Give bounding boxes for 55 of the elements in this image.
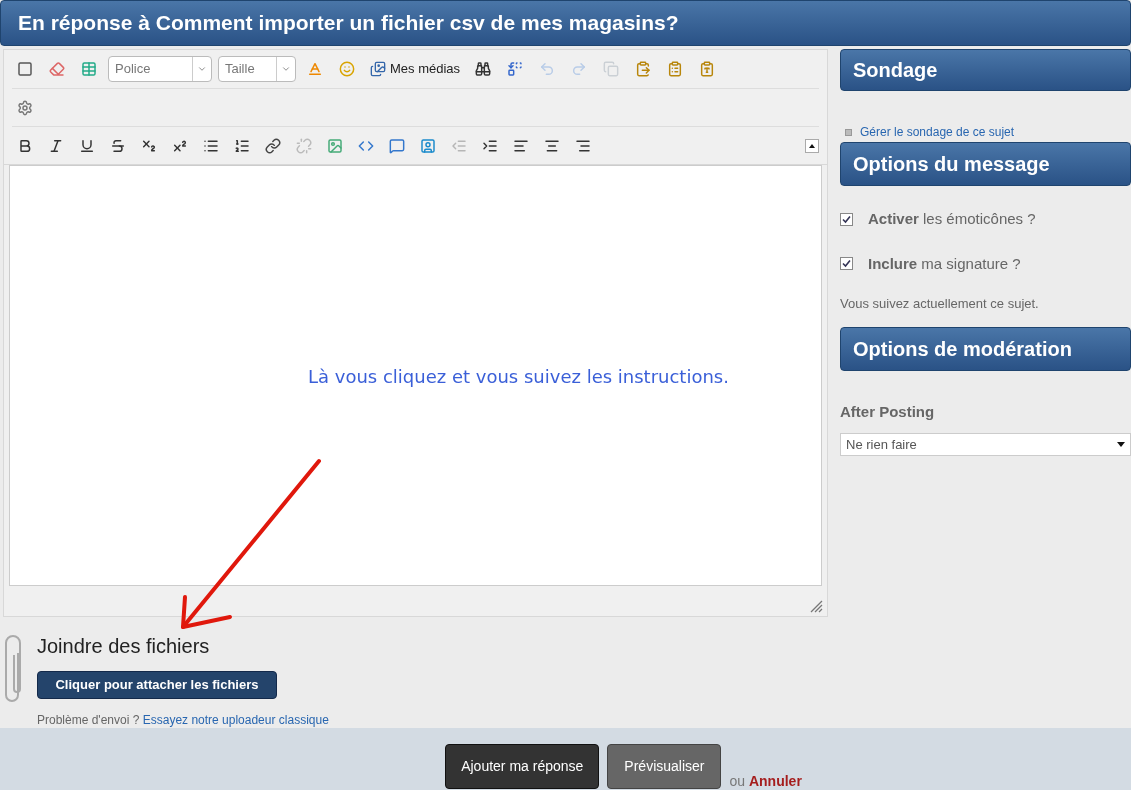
collapse-toolbar-icon[interactable] <box>805 138 819 153</box>
preview-button[interactable]: Prévisualiser <box>607 744 722 789</box>
table-icon <box>81 61 97 77</box>
upload-problem-text: Problème d'envoi ? <box>37 713 140 727</box>
replace-icon <box>507 61 524 77</box>
smiley-icon <box>339 61 355 77</box>
resize-grip-icon[interactable] <box>809 599 823 613</box>
checkbox[interactable] <box>840 212 853 226</box>
attach-files-button[interactable]: Cliquer pour attacher les fichiers <box>37 671 277 699</box>
eraser-icon <box>49 61 65 77</box>
unlink-icon <box>296 137 312 154</box>
dropdown-caret-icon <box>197 64 207 74</box>
bullet-icon <box>845 128 852 136</box>
editor-area[interactable]: Là vous cliquez et vous suivez les instructions. <box>9 165 822 586</box>
underline-icon <box>79 137 95 154</box>
strikethrough-icon <box>110 137 126 154</box>
cancel-link[interactable]: Annuler <box>748 773 802 789</box>
copy-icon <box>603 61 620 77</box>
dropdown-caret-icon <box>1117 442 1125 447</box>
numbered-list-icon <box>234 137 250 154</box>
text-color-icon <box>307 61 323 77</box>
or-text: ou <box>729 773 746 789</box>
images-icon <box>370 61 386 77</box>
message-options-heading: Options du message <box>840 142 1131 186</box>
manage-poll-link[interactable]: Gérer le sondage de ce sujet <box>860 123 1015 141</box>
dropdown-caret-icon <box>281 64 291 74</box>
redo-icon <box>571 61 588 77</box>
gear-icon <box>17 99 33 116</box>
clipboard-icon <box>635 61 652 77</box>
page-title: En réponse à Comment importer un fichier csv de mes magasins? <box>0 0 1131 46</box>
classic-uploader-link[interactable]: Essayez notre uploadeur classique <box>142 713 329 727</box>
clipboard-document-icon <box>699 61 716 77</box>
poll-heading: Sondage <box>840 49 1131 91</box>
media-button[interactable]: Mes médias <box>366 59 465 79</box>
undo-icon <box>539 61 556 77</box>
option-label: Activer les émoticônes ? <box>868 209 1036 229</box>
following-note: Vous suivez actuellement ce sujet. <box>840 295 1040 313</box>
image-icon <box>327 137 343 154</box>
checkbox[interactable] <box>840 257 853 271</box>
clipboard-text-icon <box>667 61 684 77</box>
italic-icon <box>48 137 64 154</box>
size-select[interactable]: Taille <box>218 56 296 82</box>
annotation-text: Là vous cliquez et vous suivez les instructions. <box>308 365 729 389</box>
binoculars-icon <box>475 61 492 77</box>
font-select[interactable]: Police <box>108 56 212 82</box>
link-icon <box>265 137 281 154</box>
after-posting-select[interactable]: Ne rien faire <box>840 433 1131 456</box>
after-posting-label: After Posting <box>840 401 936 422</box>
attachments-title: Joindre des fichiers <box>37 634 211 659</box>
bold-icon <box>17 137 33 154</box>
moderation-options-heading: Options de modération <box>840 326 1131 371</box>
submit-reply-button[interactable]: Ajouter ma réponse <box>445 744 600 789</box>
speech-bubble-icon <box>389 137 405 154</box>
square-icon <box>17 61 33 77</box>
option-label: Inclure ma signature ? <box>868 253 1021 274</box>
